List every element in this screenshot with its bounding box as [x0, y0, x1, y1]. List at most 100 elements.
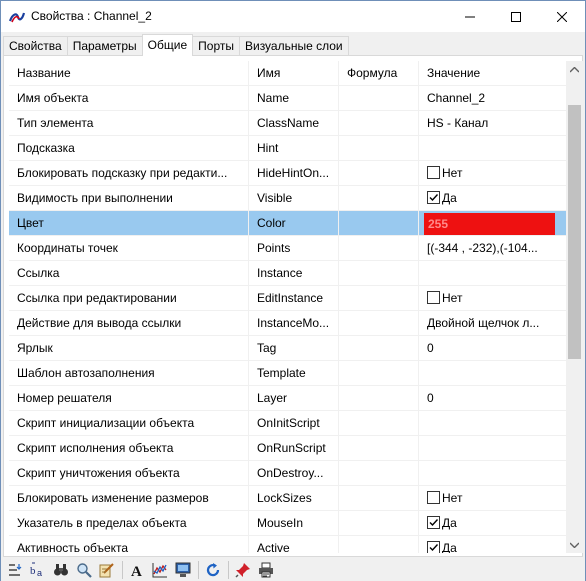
chart-button[interactable] — [150, 560, 170, 580]
property-value[interactable] — [419, 411, 566, 436]
tab-strip: Свойства Параметры Общие Порты Визуальны… — [3, 34, 349, 56]
checkbox-unchecked[interactable] — [427, 491, 440, 505]
property-row[interactable]: Блокировать подсказку при редакти... Hide… — [9, 161, 566, 186]
property-value[interactable] — [419, 261, 566, 286]
checkbox-unchecked[interactable] — [427, 291, 440, 305]
property-formula[interactable] — [339, 436, 419, 461]
checkbox-unchecked[interactable] — [427, 166, 440, 180]
scroll-thumb[interactable] — [568, 105, 581, 359]
property-value-cell[interactable]: Нет — [419, 161, 566, 186]
property-formula[interactable] — [339, 461, 419, 486]
property-formula[interactable] — [339, 336, 419, 361]
checkbox-checked[interactable] — [427, 191, 440, 205]
property-row[interactable]: Координаты точек Points [(-344 , -232),(-1… — [9, 236, 566, 261]
property-title: Подсказка — [9, 136, 249, 161]
property-formula[interactable] — [339, 361, 419, 386]
property-formula[interactable] — [339, 86, 419, 111]
property-formula[interactable] — [339, 386, 419, 411]
property-value[interactable]: 0 — [419, 336, 566, 361]
property-row[interactable]: Скрипт исполнения объекта OnRunScript — [9, 436, 566, 461]
refresh-button[interactable] — [203, 560, 223, 580]
find-button[interactable] — [51, 560, 71, 580]
property-name: Instance — [249, 261, 339, 286]
property-title: Скрипт инициализации объекта — [9, 411, 249, 436]
property-row[interactable]: Действие для вывода ссылки InstanceMo... Д… — [9, 311, 566, 336]
property-value[interactable]: HS - Канал — [419, 111, 566, 136]
property-row[interactable]: Скрипт уничтожения объекта OnDestroy... — [9, 461, 566, 486]
checkbox-checked[interactable] — [427, 541, 440, 553]
color-value-swatch[interactable]: 255 — [424, 213, 555, 235]
sort-button[interactable] — [5, 560, 25, 580]
property-formula[interactable] — [339, 411, 419, 436]
scroll-up-button[interactable] — [566, 61, 583, 78]
property-row[interactable]: Ярлык Tag 0 — [9, 336, 566, 361]
property-formula[interactable] — [339, 311, 419, 336]
property-row[interactable]: Ссылка при редактировании EditInstance Нет — [9, 286, 566, 311]
property-row[interactable]: Активность объекта Active Да — [9, 536, 566, 553]
property-formula[interactable] — [339, 111, 419, 136]
tab-ports[interactable]: Порты — [192, 36, 240, 56]
property-formula[interactable] — [339, 236, 419, 261]
property-value-cell[interactable]: Да — [419, 511, 566, 536]
tab-properties[interactable]: Свойства — [3, 36, 68, 56]
property-formula[interactable] — [339, 186, 419, 211]
property-formula[interactable] — [339, 511, 419, 536]
property-row[interactable]: Указатель в пределах объекта MouseIn Да — [9, 511, 566, 536]
sort-alpha-button[interactable]: ba — [28, 560, 48, 580]
tab-general[interactable]: Общие — [141, 34, 194, 56]
tab-parameters[interactable]: Параметры — [66, 36, 143, 56]
checkbox-checked[interactable] — [427, 516, 440, 530]
property-row[interactable]: Тип элемента ClassName HS - Канал — [9, 111, 566, 136]
notes-button[interactable] — [97, 560, 117, 580]
property-row[interactable]: Видимость при выполнении Visible Да — [9, 186, 566, 211]
binoculars-icon — [54, 563, 68, 575]
property-value[interactable]: Двойной щелчок л... — [419, 311, 566, 336]
property-formula[interactable] — [339, 211, 419, 236]
close-button[interactable] — [539, 1, 585, 32]
font-button[interactable]: A — [127, 560, 147, 580]
maximize-button[interactable] — [493, 1, 539, 32]
property-row[interactable]: Цвет Color 255 — [9, 211, 566, 236]
property-formula[interactable] — [339, 536, 419, 553]
property-formula[interactable] — [339, 261, 419, 286]
monitor-button[interactable] — [173, 560, 193, 580]
property-row[interactable]: Скрипт инициализации объекта OnInitScript — [9, 411, 566, 436]
search-button[interactable] — [74, 560, 94, 580]
minimize-button[interactable] — [447, 1, 493, 32]
property-value-cell[interactable]: Да — [419, 536, 566, 553]
property-value[interactable]: 0 — [419, 386, 566, 411]
property-formula[interactable] — [339, 136, 419, 161]
print-button[interactable] — [256, 560, 276, 580]
column-header-title[interactable]: Название — [9, 61, 249, 86]
tab-visual-layers[interactable]: Визуальные слои — [238, 36, 349, 56]
property-name: Hint — [249, 136, 339, 161]
column-header-name[interactable]: Имя — [249, 61, 339, 86]
property-value[interactable]: Channel_2 — [419, 86, 566, 111]
property-value-cell[interactable]: Нет — [419, 486, 566, 511]
property-row[interactable]: Ссылка Instance — [9, 261, 566, 286]
property-formula[interactable] — [339, 486, 419, 511]
svg-text:A: A — [131, 564, 142, 578]
property-value[interactable] — [419, 436, 566, 461]
property-row[interactable]: Подсказка Hint — [9, 136, 566, 161]
property-value-cell[interactable]: Нет — [419, 286, 566, 311]
property-formula[interactable] — [339, 286, 419, 311]
property-row[interactable]: Номер решателя Layer 0 — [9, 386, 566, 411]
property-row[interactable]: Блокировать изменение размеров LockSizes Н… — [9, 486, 566, 511]
property-value[interactable] — [419, 461, 566, 486]
property-title: Блокировать подсказку при редакти... — [9, 161, 249, 186]
checkbox-label: Нет — [442, 291, 463, 305]
pin-button[interactable] — [233, 560, 253, 580]
scroll-down-button[interactable] — [566, 536, 583, 553]
property-row[interactable]: Имя объекта Name Channel_2 — [9, 86, 566, 111]
column-header-formula[interactable]: Формула — [339, 61, 419, 86]
property-row[interactable]: Шаблон автозаполнения Template — [9, 361, 566, 386]
property-value-cell[interactable]: Да — [419, 186, 566, 211]
property-value[interactable]: [(-344 , -232),(-104... — [419, 236, 566, 261]
property-formula[interactable] — [339, 161, 419, 186]
column-header-value[interactable]: Значение — [419, 61, 566, 86]
property-value[interactable] — [419, 136, 566, 161]
property-value[interactable] — [419, 361, 566, 386]
property-name: MouseIn — [249, 511, 339, 536]
vertical-scrollbar[interactable] — [566, 61, 583, 553]
